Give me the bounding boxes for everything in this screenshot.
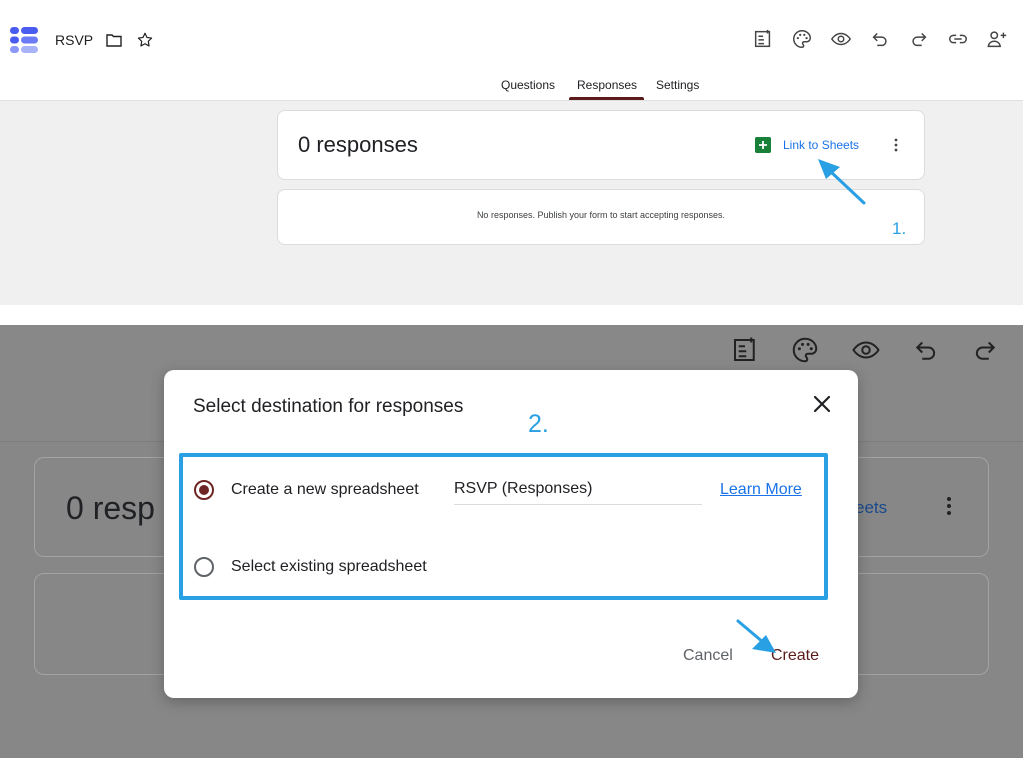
preview-eye-icon[interactable] xyxy=(830,28,852,50)
response-count: 0 responses xyxy=(298,132,418,157)
active-tab-indicator xyxy=(569,97,644,100)
palette-icon xyxy=(792,337,818,363)
more-options-icon xyxy=(947,497,951,515)
radio-create-new-spreadsheet[interactable] xyxy=(194,480,214,500)
dimmed-link-to-sheets: eets xyxy=(855,498,888,517)
option-select-existing-label[interactable]: Select existing spreadsheet xyxy=(231,558,427,576)
forms-logo-icon[interactable] xyxy=(10,27,38,53)
customize-icon xyxy=(734,337,755,361)
radio-select-existing-spreadsheet[interactable] xyxy=(194,557,214,577)
spreadsheet-name-input[interactable] xyxy=(454,474,702,505)
palette-icon[interactable] xyxy=(791,28,813,50)
tab-settings[interactable]: Settings xyxy=(656,78,699,92)
preview-eye-icon xyxy=(852,341,880,359)
more-options-icon[interactable] xyxy=(890,137,902,153)
tab-questions[interactable]: Questions xyxy=(501,78,555,92)
cancel-button[interactable]: Cancel xyxy=(683,647,733,665)
learn-more-link[interactable]: Learn More xyxy=(720,481,802,499)
redo-icon xyxy=(975,341,996,360)
link-icon[interactable] xyxy=(947,28,969,50)
option-create-new-label[interactable]: Create a new spreadsheet xyxy=(231,481,419,499)
dimmed-editor-background: 0 resp eets Select destination for respo… xyxy=(0,325,1023,758)
step-1-annotation: 1. xyxy=(892,219,907,238)
dimmed-toolbar xyxy=(730,335,1023,367)
customize-icon[interactable] xyxy=(752,28,774,50)
redo-icon[interactable] xyxy=(908,28,930,50)
annotation-arrow-1 xyxy=(818,159,866,205)
sheets-icon[interactable] xyxy=(755,137,771,153)
form-editor-top: RSVP Questions Responses Settings 0 resp… xyxy=(0,0,1023,305)
annotation-arrow-2 xyxy=(736,619,776,653)
star-icon[interactable] xyxy=(136,31,154,49)
link-to-sheets-button[interactable]: Link to Sheets xyxy=(783,138,859,152)
form-tabs: Questions Responses Settings xyxy=(0,78,1023,100)
dialog-title: Select destination for responses xyxy=(193,396,464,417)
form-title[interactable]: RSVP xyxy=(55,32,93,48)
tab-responses[interactable]: Responses xyxy=(577,78,637,92)
empty-state-message: No responses. Publish your form to start… xyxy=(476,210,726,220)
step-2-annotation: 2. xyxy=(528,410,549,438)
form-header: RSVP Questions Responses Settings xyxy=(0,0,1023,101)
folder-icon[interactable] xyxy=(106,33,122,47)
close-icon[interactable] xyxy=(810,392,834,416)
select-destination-dialog: Select destination for responses 2. Crea… xyxy=(164,370,858,698)
add-collaborator-icon[interactable] xyxy=(986,28,1008,50)
undo-icon xyxy=(915,341,936,360)
top-toolbar xyxy=(723,28,1023,52)
undo-icon[interactable] xyxy=(869,28,891,50)
dimmed-response-count: 0 resp xyxy=(66,490,155,526)
